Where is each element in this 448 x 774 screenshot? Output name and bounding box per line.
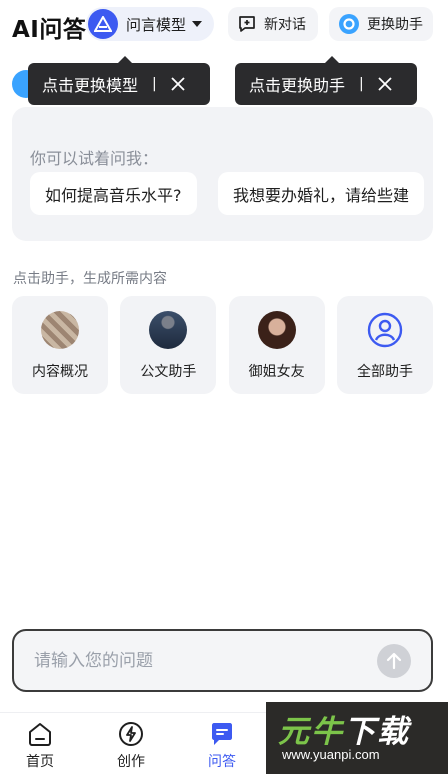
- chat-bubble-icon: [212, 723, 232, 745]
- watermark-logo: 元牛下载 www.yuanpi.com: [266, 702, 448, 774]
- model-selector-label: 问言模型: [126, 15, 187, 34]
- watermark-url: www.yuanpi.com: [282, 747, 380, 762]
- switch-assistant-label: 更换助手: [367, 17, 423, 33]
- new-chat-label: 新对话: [264, 17, 306, 33]
- suggestion-card: 你可以试着问我： 如何提高音乐水平? 我想要办婚礼，请给些建: [12, 107, 433, 241]
- nav-label: 问答: [208, 754, 236, 770]
- arrow-up-icon: [386, 652, 402, 670]
- nav-label: 首页: [26, 754, 54, 770]
- nav-label: 创作: [117, 754, 145, 770]
- assistant-card-content[interactable]: 内容概况: [12, 296, 108, 394]
- assistant-label: 全部助手: [356, 364, 413, 380]
- send-button[interactable]: [377, 644, 411, 678]
- suggestion-chip[interactable]: 我想要办婚礼，请给些建: [218, 172, 425, 215]
- app-title: AI问答: [12, 17, 87, 43]
- nav-item-create[interactable]: 创作: [103, 721, 159, 771]
- assistant-card-girlfriend[interactable]: 御姐女友: [228, 296, 325, 394]
- content-avatar: [41, 311, 79, 349]
- assistant-label: 内容概况: [32, 364, 88, 380]
- switch-assistant-button[interactable]: 更换助手: [329, 7, 433, 41]
- model-logo-icon: [88, 9, 118, 39]
- all-assistants-icon: [365, 311, 404, 349]
- new-chat-icon: [237, 14, 257, 34]
- document-avatar: [149, 311, 188, 349]
- new-chat-button[interactable]: 新对话: [228, 7, 318, 41]
- assistant-card-document[interactable]: 公文助手: [120, 296, 217, 394]
- assistant-tooltip: 点击更换助手 |: [235, 56, 417, 105]
- model-tooltip: 点击更换模型 |: [28, 56, 210, 105]
- suggestion-hint: 你可以试着问我：: [30, 149, 159, 168]
- tooltip-separator: |: [152, 76, 157, 92]
- top-header: AI问答 问言模型 新对话 更换助手: [0, 0, 448, 48]
- suggestion-chip[interactable]: 如何提高音乐水平?: [30, 172, 197, 215]
- assistant-icon: [338, 13, 360, 35]
- girlfriend-avatar: [257, 311, 296, 349]
- model-selector[interactable]: 问言模型: [86, 7, 214, 41]
- question-input-box: [12, 629, 433, 692]
- home-icon: [29, 723, 51, 746]
- watermark-title: 元牛下载: [278, 714, 410, 750]
- nav-item-qa[interactable]: 问答: [194, 721, 250, 771]
- close-icon[interactable]: [378, 77, 392, 91]
- lightning-icon: [119, 722, 143, 746]
- assistants-section-title: 点击助手，生成所需内容: [13, 271, 167, 287]
- assistant-tooltip-text: 点击更换助手: [249, 76, 346, 95]
- close-icon[interactable]: [171, 77, 185, 91]
- model-tooltip-text: 点击更换模型: [42, 76, 139, 95]
- tooltip-separator: |: [359, 76, 364, 92]
- nav-item-home[interactable]: 首页: [12, 721, 68, 771]
- page: AI问答 问言模型 新对话 更换助手 点击更换模型 | 点击更换助手 | 你可以…: [0, 0, 448, 774]
- question-input[interactable]: [34, 650, 364, 671]
- assistant-label: 御姐女友: [248, 364, 305, 380]
- caret-down-icon: [192, 21, 203, 27]
- assistant-label: 公文助手: [140, 364, 197, 380]
- assistant-list: 内容概况 公文助手 御姐女友 全部助手: [12, 296, 433, 394]
- assistant-card-all[interactable]: 全部助手: [336, 296, 433, 394]
